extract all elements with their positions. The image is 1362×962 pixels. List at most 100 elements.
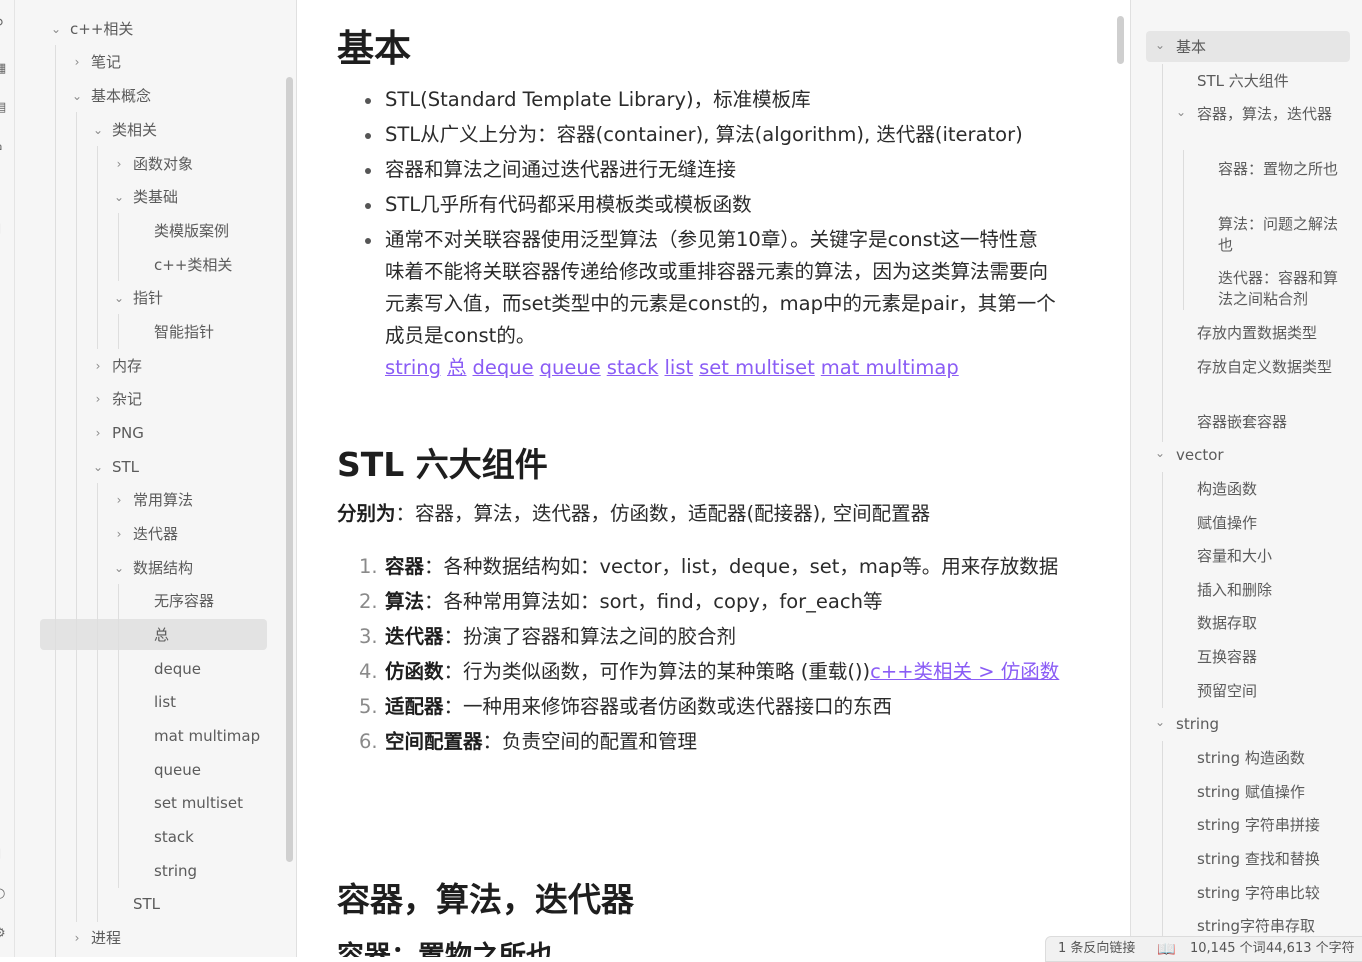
internal-link[interactable]: stack xyxy=(607,356,659,379)
outline-guide xyxy=(1162,64,1163,442)
tree-folder[interactable]: › 迭代器 xyxy=(117,520,178,548)
tree-guide xyxy=(118,584,119,888)
outline-item[interactable]: string 赋值操作 xyxy=(1197,782,1357,803)
char-count: 44,613 个字符 xyxy=(1266,941,1355,956)
command-icon[interactable]: ⌂ xyxy=(0,140,8,154)
internal-link[interactable]: set multiset xyxy=(699,356,815,379)
outline-item[interactable]: 基本 xyxy=(1176,37,1346,58)
outline-item[interactable]: 存放自定义数据类型 xyxy=(1197,357,1337,378)
internal-link[interactable]: c++类相关 > 仿函数 xyxy=(870,660,1059,683)
tree-folder[interactable]: ⌄ 基本概念 xyxy=(72,82,151,110)
internal-link[interactable]: 总 xyxy=(447,356,467,379)
outline-item[interactable]: string 查找和替换 xyxy=(1197,849,1357,870)
list-number: 5. xyxy=(359,695,378,718)
tree-folder[interactable]: ⌄ STL xyxy=(93,453,139,481)
components-intro: 分别为：容器，算法，迭代器，仿函数，适配器(配接器), 空间配置器 xyxy=(337,498,930,530)
list-item: 6. 空间配置器：负责空间的配置和管理 xyxy=(337,726,1073,758)
outline-item[interactable]: string 字符串拼接 xyxy=(1197,815,1357,836)
chevron-down-icon[interactable]: ⌄ xyxy=(1155,38,1165,52)
tree-folder[interactable]: ⌄ 数据结构 xyxy=(114,554,193,582)
tree-folder[interactable]: ⌄ c++相关 xyxy=(51,15,133,43)
internal-link[interactable]: list xyxy=(664,356,693,379)
chevron-down-icon[interactable]: ⌄ xyxy=(1155,715,1165,729)
outline-item[interactable]: string 构造函数 xyxy=(1197,748,1357,769)
chevron-down-icon[interactable]: ⌄ xyxy=(1176,105,1186,119)
outline-item[interactable]: 插入和删除 xyxy=(1197,580,1347,601)
tree-file[interactable]: queue xyxy=(154,756,201,784)
tree-file[interactable]: c++类相关 xyxy=(154,251,232,279)
list-number: 3. xyxy=(359,625,378,648)
daily-note-icon[interactable]: ▤ xyxy=(0,101,8,115)
help-icon[interactable]: ○ xyxy=(0,887,8,901)
tree-file[interactable]: 类模版案例 xyxy=(154,217,229,245)
tree-folder[interactable]: › 内存 xyxy=(96,352,142,380)
outline-item[interactable]: string字符串存取 xyxy=(1197,916,1357,937)
tree-file[interactable]: 智能指针 xyxy=(154,318,214,346)
heading-basic: 基本 xyxy=(337,27,411,70)
outline-item[interactable]: 容器嵌套容器 xyxy=(1197,412,1347,433)
outline-item[interactable]: 迭代器：容器和算法之间粘合剂 xyxy=(1218,268,1338,310)
list-number: 1. xyxy=(359,555,378,578)
explorer-scrollbar[interactable] xyxy=(286,77,293,862)
list-item: STL几乎所有代码都采用模板类或模板函数 xyxy=(337,189,1057,221)
outline-item[interactable]: 构造函数 xyxy=(1197,479,1347,500)
settings-icon[interactable]: ⚙ xyxy=(0,927,8,941)
tree-folder[interactable]: › 杂记 xyxy=(96,385,142,413)
outline-item[interactable]: 预留空间 xyxy=(1197,681,1347,702)
chevron-right-icon: › xyxy=(116,157,122,171)
graph-icon[interactable]: ⚲ xyxy=(0,18,8,32)
file-icon[interactable]: ▯ xyxy=(0,222,8,236)
outline-item[interactable]: string 字符串比较 xyxy=(1197,883,1357,904)
tree-file[interactable]: string xyxy=(154,857,197,885)
chevron-right-icon: › xyxy=(74,55,80,69)
chevron-right-icon: › xyxy=(95,392,101,406)
outline-item[interactable]: 存放内置数据类型 xyxy=(1197,323,1347,344)
outline-item[interactable]: 容量和大小 xyxy=(1197,546,1347,567)
tree-file[interactable]: 无序容器 xyxy=(154,587,214,615)
tree-folder[interactable]: ⌄ 类相关 xyxy=(93,116,157,144)
outline-item[interactable]: 容器，算法，迭代器 xyxy=(1197,104,1337,125)
chevron-down-icon: ⌄ xyxy=(113,561,125,575)
chevron-down-icon[interactable]: ⌄ xyxy=(1155,446,1165,460)
outline-item[interactable]: vector xyxy=(1176,445,1346,466)
tree-folder[interactable]: ⌄ 类基础 xyxy=(114,183,178,211)
backlinks-count[interactable]: 1 条反向链接 xyxy=(1058,937,1135,961)
editor-scrollbar[interactable] xyxy=(1117,16,1124,64)
internal-link[interactable]: mat multimap xyxy=(821,356,959,379)
tree-folder[interactable]: › 笔记 xyxy=(75,48,121,76)
tree-file[interactable]: list xyxy=(154,688,176,716)
outline-item[interactable]: 容器：置物之所也 xyxy=(1218,159,1338,180)
internal-link[interactable]: queue xyxy=(540,356,601,379)
status-bar: 1 条反向链接 📖 10,145 个词 44,613 个字符 xyxy=(1045,936,1362,962)
tree-file[interactable]: stack xyxy=(154,823,194,851)
vault-icon[interactable]: ▯ xyxy=(0,847,8,861)
outline-item[interactable]: string xyxy=(1176,714,1346,735)
tree-folder[interactable]: ⌄ 指针 xyxy=(114,284,163,312)
list-item: STL(Standard Template Library)，标准模板库 xyxy=(337,84,1057,116)
outline-item[interactable]: 数据存取 xyxy=(1197,613,1347,634)
tree-file[interactable]: STL xyxy=(133,890,160,918)
outline-item[interactable]: 赋值操作 xyxy=(1197,513,1347,534)
internal-link[interactable]: string xyxy=(385,356,441,379)
outline-item[interactable]: STL 六大组件 xyxy=(1197,71,1347,92)
canvas-icon[interactable]: ▦ xyxy=(0,62,8,76)
term: 空间配置器 xyxy=(385,730,483,753)
tree-folder[interactable]: › 常用算法 xyxy=(117,486,193,514)
tree-file[interactable]: deque xyxy=(154,655,201,683)
description: ：各种常用算法如：sort，find，copy，for_each等 xyxy=(424,590,883,613)
tree-folder[interactable]: › PNG xyxy=(96,419,144,447)
list-item: 容器和算法之间通过迭代器进行无缝连接 xyxy=(337,154,1057,186)
tree-folder[interactable]: › 函数对象 xyxy=(117,150,193,178)
list-item: 3. 迭代器：扮演了容器和算法之间的胶合剂 xyxy=(337,621,1073,653)
tree-file[interactable]: set multiset xyxy=(154,789,243,817)
outline-item[interactable]: 互换容器 xyxy=(1197,647,1347,668)
tree-file-active[interactable]: 总 xyxy=(154,621,169,649)
term: 容器 xyxy=(385,555,425,578)
tree-folder[interactable]: › 进程 xyxy=(75,924,121,952)
internal-link[interactable]: deque xyxy=(473,356,534,379)
reading-view-icon[interactable]: 📖 xyxy=(1157,937,1176,961)
outline-item[interactable]: 算法：问题之解法也 xyxy=(1218,214,1338,256)
tree-file[interactable]: mat multimap xyxy=(154,722,260,750)
tree-guide xyxy=(118,314,119,349)
chevron-down-icon: ⌄ xyxy=(92,460,104,474)
